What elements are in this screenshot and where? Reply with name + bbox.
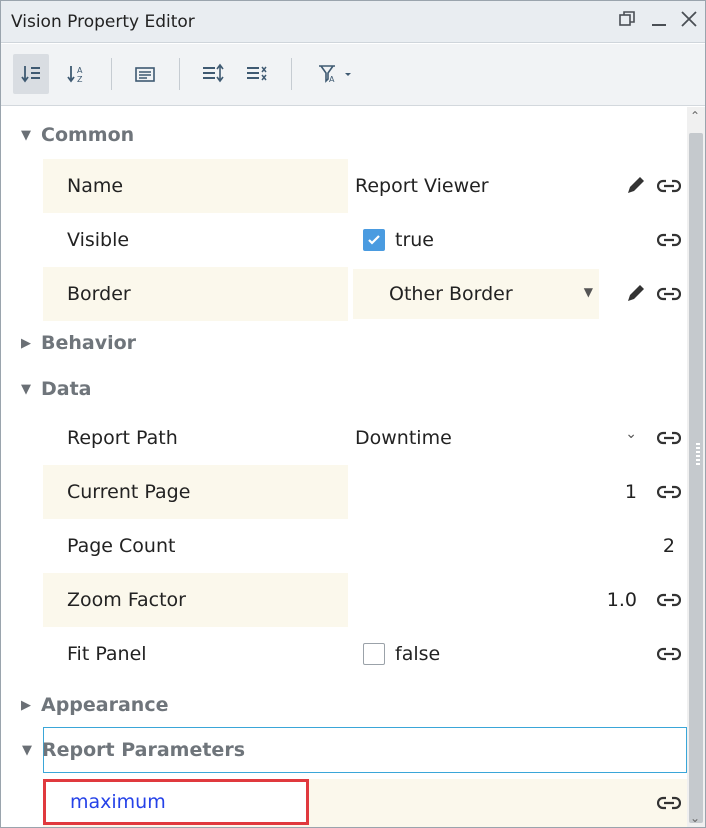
property-name: Border xyxy=(43,267,348,321)
alpha-sort-icon: A Z xyxy=(67,66,83,84)
visible-checkbox[interactable] xyxy=(363,229,385,251)
dropdown-arrow-icon: ▼ xyxy=(583,285,593,299)
collapsed-arrow-icon: ▶ xyxy=(21,697,31,713)
page-count-value: 2 xyxy=(353,521,679,571)
restore-icon[interactable] xyxy=(615,9,639,33)
zoom-factor-input[interactable]: 1.0 xyxy=(353,575,643,625)
link-icon[interactable] xyxy=(657,176,681,196)
property-name: Report Path xyxy=(67,427,178,449)
property-name: Visible xyxy=(67,229,130,251)
property-name: Fit Panel xyxy=(67,643,147,665)
toolbar-separator xyxy=(179,58,180,90)
property-row-border: Border Other Border ▼ xyxy=(43,267,687,321)
property-editor-window: Vision Property Editor A Z A ▼ Common Na… xyxy=(0,0,706,828)
property-row-page-count: Page Count 2 xyxy=(43,519,687,573)
section-data[interactable]: ▼ Data xyxy=(1,363,687,415)
vertical-scrollbar[interactable]: ⌃ ⌄ xyxy=(687,107,705,827)
property-row-current-page: Current Page 1 xyxy=(43,465,687,519)
link-icon[interactable] xyxy=(657,644,681,664)
border-dropdown[interactable]: Other Border ▼ xyxy=(353,269,599,319)
property-row-maximum: maximum xyxy=(43,779,687,827)
expanded-arrow-icon: ▼ xyxy=(21,127,31,143)
link-icon[interactable] xyxy=(657,428,681,448)
section-label: Common xyxy=(41,124,135,146)
section-label: Report Parameters xyxy=(42,739,245,761)
scrollbar-thumb[interactable] xyxy=(689,133,703,823)
property-row-visible: Visible true xyxy=(43,213,687,267)
minimize-icon[interactable] xyxy=(647,9,671,33)
name-input[interactable]: Report Viewer xyxy=(353,161,601,211)
checkbox-label: false xyxy=(395,643,441,665)
link-icon[interactable] xyxy=(657,590,681,610)
scroll-down-icon[interactable]: ⌄ xyxy=(690,811,700,825)
checkbox-label: true xyxy=(395,229,434,251)
link-icon[interactable] xyxy=(657,284,681,304)
section-label: Behavior xyxy=(41,332,137,354)
property-row-zoom-factor: Zoom Factor 1.0 xyxy=(43,573,687,627)
fit-panel-value: false xyxy=(353,629,601,679)
property-row-fit-panel: Fit Panel false xyxy=(43,627,687,681)
collapsed-arrow-icon: ▶ xyxy=(21,335,31,351)
collapse-all-button[interactable] xyxy=(239,54,275,94)
property-name: Page Count xyxy=(67,535,176,557)
svg-text:A: A xyxy=(77,66,83,75)
window-title: Vision Property Editor xyxy=(11,12,195,32)
property-name: Current Page xyxy=(43,465,348,519)
alphabetical-sort-button[interactable]: A Z xyxy=(59,54,95,94)
expanded-arrow-icon: ▼ xyxy=(22,742,32,758)
dropdown-value: Downtime xyxy=(355,427,452,449)
fit-panel-checkbox[interactable] xyxy=(363,643,385,665)
toolbar: A Z A xyxy=(1,44,705,106)
dropdown-value: Other Border xyxy=(389,283,513,305)
report-path-dropdown[interactable]: Downtime ⌄ xyxy=(353,413,647,463)
property-row-name: Name Report Viewer xyxy=(43,159,687,213)
link-icon[interactable] xyxy=(657,482,681,502)
filter-button[interactable]: A xyxy=(307,54,367,94)
svg-text:A: A xyxy=(329,75,335,84)
toolbar-separator xyxy=(291,58,292,90)
description-icon xyxy=(135,67,155,82)
expand-all-button[interactable] xyxy=(195,54,231,94)
property-name: Name xyxy=(43,159,348,213)
section-behavior[interactable]: ▶ Behavior xyxy=(1,317,687,369)
section-label: Appearance xyxy=(41,694,169,716)
categorized-sort-button[interactable] xyxy=(13,54,49,94)
pencil-icon[interactable] xyxy=(625,174,647,196)
expanded-arrow-icon: ▼ xyxy=(21,381,31,397)
parameter-name-maximum[interactable]: maximum xyxy=(43,779,309,825)
close-icon[interactable] xyxy=(677,9,701,33)
chevron-down-icon: ⌄ xyxy=(625,426,637,442)
link-icon[interactable] xyxy=(657,793,681,813)
toolbar-separator xyxy=(111,58,112,90)
svg-text:Z: Z xyxy=(77,75,83,84)
property-row-report-path: Report Path Downtime ⌄ xyxy=(43,411,687,465)
section-report-parameters[interactable]: ▼ Report Parameters xyxy=(22,727,687,773)
pencil-icon[interactable] xyxy=(625,282,647,304)
collapse-all-icon xyxy=(247,66,267,81)
section-appearance[interactable]: ▶ Appearance xyxy=(1,679,687,731)
current-page-input[interactable]: 1 xyxy=(353,467,643,517)
scroll-up-icon[interactable]: ⌃ xyxy=(690,109,700,123)
section-common[interactable]: ▼ Common xyxy=(1,109,687,161)
section-label: Data xyxy=(41,378,92,400)
category-sort-icon xyxy=(21,66,40,83)
link-icon[interactable] xyxy=(657,230,681,250)
property-name: Zoom Factor xyxy=(43,573,348,627)
visible-value: true xyxy=(353,215,601,265)
title-bar: Vision Property Editor xyxy=(1,1,705,43)
property-grid: ▼ Common Name Report Viewer Visible true… xyxy=(1,107,705,827)
description-panel-button[interactable] xyxy=(127,54,163,94)
expand-all-icon xyxy=(203,63,224,83)
filter-icon: A xyxy=(319,65,351,84)
